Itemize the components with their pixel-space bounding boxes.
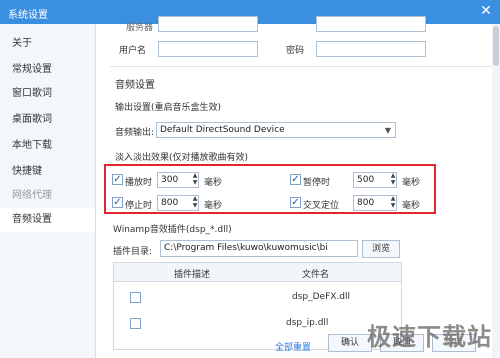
plugin-dir-field[interactable]: C:\Program Files\kuwo\kuwomusic\bi xyxy=(160,240,358,257)
play-fade-label: 播放时 xyxy=(125,178,153,188)
row-checkbox[interactable] xyxy=(130,292,141,303)
content-scrollbar[interactable] xyxy=(492,24,500,358)
sidebar-item-general[interactable]: 常规设置 xyxy=(0,58,95,82)
row-checkbox[interactable] xyxy=(130,318,141,329)
sidebar-item-about[interactable]: 关于 xyxy=(0,32,95,56)
divider xyxy=(110,66,492,67)
stop-fade-label: 停止时 xyxy=(125,201,153,211)
username-label: 用户名 xyxy=(119,46,147,56)
sidebar-item-window-lyrics[interactable]: 窗口歌词 xyxy=(0,82,95,106)
fade-title: 淡入淡出效果(仅对播放歌曲有效) xyxy=(115,153,249,163)
chevron-down-icon: ▼ xyxy=(384,126,391,135)
sidebar-item-desktop-lyrics[interactable]: 桌面歌词 xyxy=(0,108,95,132)
reset-all-link[interactable]: 全部重置 xyxy=(275,340,311,353)
plugin-title: Winamp音效插件(dsp_*.dll) xyxy=(113,225,232,235)
table-header: 插件描述 文件名 xyxy=(114,263,401,282)
pause-fade-label: 暂停时 xyxy=(303,178,331,188)
sidebar-item-hotkeys[interactable]: 快捷键 xyxy=(0,160,95,184)
output-hint: 输出设置(重启音乐盒生效) xyxy=(115,103,222,113)
output-label: 音频输出: xyxy=(115,128,155,138)
password-field[interactable] xyxy=(316,41,426,57)
username-field[interactable] xyxy=(158,41,258,57)
audio-section-title: 音频设置 xyxy=(115,80,155,91)
row-filename: dsp_ip.dll xyxy=(286,318,329,328)
server-label: 服务器 xyxy=(126,23,154,33)
settings-sidebar: 关于 常规设置 窗口歌词 桌面歌词 本地下载 快捷键 网络代理 音频设置 xyxy=(0,24,96,358)
close-icon[interactable]: ✕ xyxy=(478,3,494,19)
play-fade-checkbox[interactable]: ✓ xyxy=(112,174,123,185)
row-filename: dsp_DeFX.dll xyxy=(292,292,350,302)
stop-fade-stepper[interactable]: ▲ ▼ xyxy=(191,195,199,211)
browse-button[interactable]: 浏览 xyxy=(362,240,400,258)
sidebar-item-local-download[interactable]: 本地下载 xyxy=(0,134,95,158)
sidebar-item-network-proxy[interactable]: 网络代理 xyxy=(0,184,95,208)
server-field[interactable] xyxy=(158,16,258,32)
pause-fade-stepper[interactable]: ▲ ▼ xyxy=(389,172,397,188)
stop-fade-unit: 毫秒 xyxy=(204,201,223,211)
stop-fade-checkbox[interactable]: ✓ xyxy=(112,197,123,208)
pause-fade-checkbox[interactable]: ✓ xyxy=(290,174,301,185)
audio-output-select[interactable]: Default DirectSound Device ▼ xyxy=(156,122,396,138)
port-field[interactable] xyxy=(316,16,426,32)
sidebar-item-audio[interactable]: 音频设置 xyxy=(0,208,95,232)
audio-output-value: Default DirectSound Device xyxy=(160,125,285,135)
ok-button[interactable]: 确认 xyxy=(328,334,372,352)
play-fade-stepper[interactable]: ▲ ▼ xyxy=(191,172,199,188)
cross-fade-stepper[interactable]: ▲ ▼ xyxy=(389,195,397,211)
column-header-filename: 文件名 xyxy=(302,270,330,280)
scrollbar-thumb[interactable] xyxy=(493,26,499,66)
column-header-description: 插件描述 xyxy=(174,270,211,280)
play-fade-unit: 毫秒 xyxy=(204,178,223,188)
watermark: 极速下载站 xyxy=(367,323,492,351)
cross-fade-label: 交叉定位 xyxy=(303,201,340,211)
table-row[interactable]: dsp_ip.dll xyxy=(114,315,401,333)
cross-fade-checkbox[interactable]: ✓ xyxy=(290,197,301,208)
pause-fade-unit: 毫秒 xyxy=(402,178,421,188)
password-label: 密码 xyxy=(286,46,305,56)
table-row[interactable]: dsp_DeFX.dll xyxy=(114,289,401,307)
window-title: 系统设置 xyxy=(8,10,48,21)
plugin-dir-label: 插件目录: xyxy=(113,247,153,257)
cross-fade-unit: 毫秒 xyxy=(402,201,421,211)
